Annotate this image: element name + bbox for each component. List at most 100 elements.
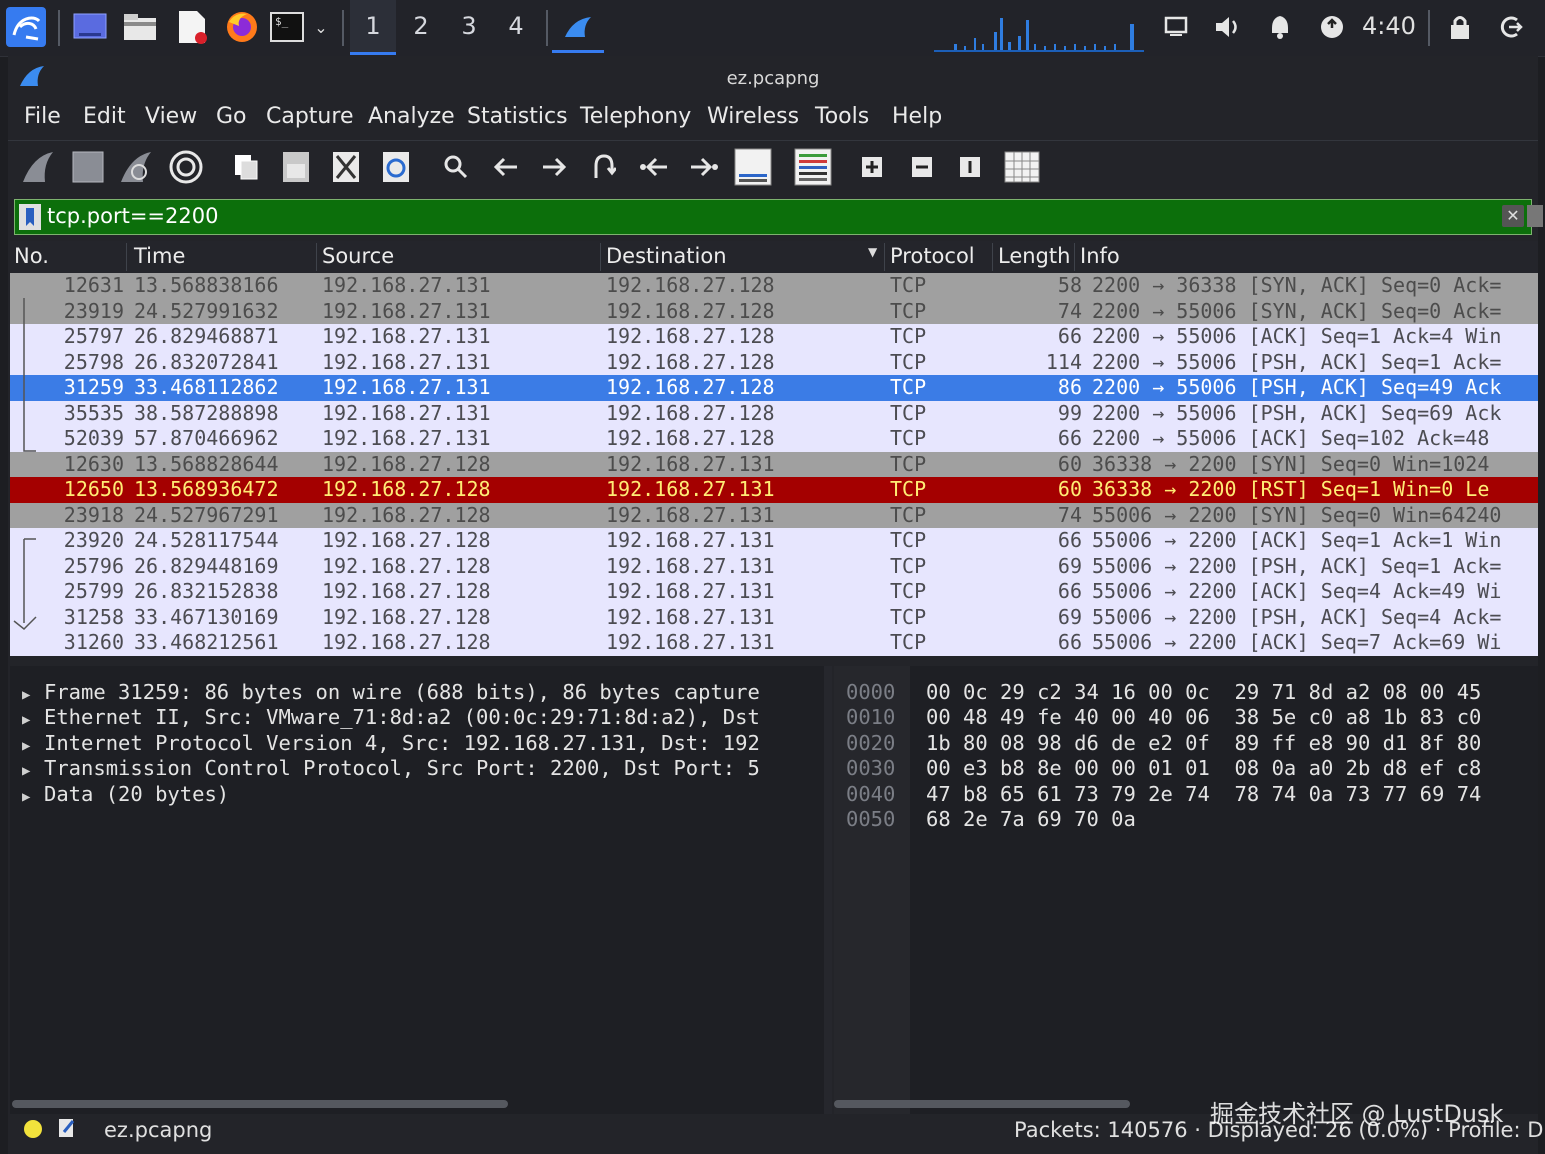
- packet-details-pane[interactable]: ▶ Frame 31259: 86 bytes on wire (688 bits…: [10, 666, 824, 1154]
- display-filter-input[interactable]: [47, 202, 1487, 230]
- file-manager-icon[interactable]: [120, 6, 160, 48]
- capture-options-icon[interactable]: [166, 147, 206, 187]
- column-no[interactable]: No.: [14, 244, 49, 268]
- expand-arrow-icon[interactable]: ▶: [22, 789, 44, 805]
- workspace-1[interactable]: 1: [350, 0, 396, 55]
- packet-row[interactable]: 12650 13.568936472 192.168.27.128 192.168.2…: [10, 477, 1538, 503]
- power-icon[interactable]: [1316, 6, 1348, 48]
- save-icon[interactable]: [276, 147, 316, 187]
- byte-hex-row[interactable]: 1b 80 08 98 d6 de e2 0f 89 ff e8 90 d1 8…: [926, 731, 1481, 755]
- edit-comment-icon[interactable]: [58, 1118, 76, 1138]
- expand-arrow-icon[interactable]: ▶: [22, 712, 44, 728]
- menu-file[interactable]: File: [24, 104, 61, 129]
- menu-edit[interactable]: Edit: [83, 104, 126, 129]
- expand-arrow-icon[interactable]: ▶: [22, 687, 44, 703]
- menu-analyze[interactable]: Analyze: [368, 104, 455, 129]
- forward-icon[interactable]: [534, 147, 574, 187]
- column-source[interactable]: Source: [322, 244, 394, 268]
- packet-row[interactable]: 31259 33.468112862 192.168.27.131 192.168.2…: [10, 375, 1538, 401]
- column-protocol[interactable]: Protocol: [890, 244, 975, 268]
- find-icon[interactable]: [436, 147, 476, 187]
- packet-row[interactable]: 23919 24.527991632 192.168.27.131 192.168.2…: [10, 298, 1538, 324]
- packet-row[interactable]: 35535 38.587288898 192.168.27.131 192.168.2…: [10, 400, 1538, 426]
- menu-help[interactable]: Help: [892, 104, 942, 129]
- restart-capture-icon[interactable]: [116, 147, 156, 187]
- detail-tcp[interactable]: ▶ Transmission Control Protocol, Src Port…: [22, 756, 760, 780]
- packet-row[interactable]: 25798 26.832072841 192.168.27.131 192.168.2…: [10, 349, 1538, 375]
- start-capture-icon[interactable]: [18, 147, 58, 187]
- pane-splitter[interactable]: [824, 666, 832, 1154]
- bytes-hscroll[interactable]: [834, 1100, 1130, 1108]
- apply-filter-icon[interactable]: [1527, 205, 1543, 227]
- colorize-icon[interactable]: [792, 147, 834, 187]
- packet-bytes-pane[interactable]: 0000 00 0c 29 c2 34 16 00 0c 29 71 8d a2…: [834, 666, 1538, 1154]
- menu-tools[interactable]: Tools: [815, 104, 869, 129]
- detail-ethernet[interactable]: ▶ Ethernet II, Src: VMware_71:8d:a2 (00:0…: [22, 705, 760, 729]
- goto-packet-icon[interactable]: [584, 147, 624, 187]
- menu-telephony[interactable]: Telephony: [580, 104, 691, 129]
- menu-wireless[interactable]: Wireless: [707, 104, 799, 129]
- expand-arrow-icon[interactable]: ▶: [22, 763, 44, 779]
- packet-row[interactable]: 23918 24.527967291 192.168.27.128 192.168.2…: [10, 502, 1538, 528]
- screen-icon[interactable]: [1160, 6, 1192, 48]
- stop-capture-icon[interactable]: [68, 147, 108, 187]
- zoom-out-icon[interactable]: [902, 147, 942, 187]
- last-packet-icon[interactable]: [684, 147, 724, 187]
- bell-icon[interactable]: [1264, 6, 1296, 48]
- column-time[interactable]: Time: [134, 244, 185, 268]
- bookmark-icon[interactable]: [19, 204, 41, 230]
- logout-icon[interactable]: [1494, 6, 1526, 48]
- byte-hex-row[interactable]: 47 b8 65 61 73 79 2e 74 78 74 0a 73 77 6…: [926, 782, 1481, 806]
- expert-info-icon[interactable]: [24, 1120, 42, 1138]
- normal-size-icon[interactable]: [950, 147, 990, 187]
- packet-row[interactable]: 25797 26.829468871 192.168.27.131 192.168.2…: [10, 324, 1538, 350]
- menu-view[interactable]: View: [145, 104, 197, 129]
- detail-frame[interactable]: ▶ Frame 31259: 86 bytes on wire (688 bits…: [22, 680, 760, 704]
- sort-desc-icon[interactable]: ▼: [868, 245, 877, 259]
- zoom-in-icon[interactable]: [852, 147, 892, 187]
- column-destination[interactable]: Destination: [606, 244, 727, 268]
- autoscroll-icon[interactable]: [732, 147, 774, 187]
- desktop-icon[interactable]: [70, 6, 110, 48]
- volume-icon[interactable]: [1212, 6, 1244, 48]
- packet-row[interactable]: 52039 57.870466962 192.168.27.131 192.168.2…: [10, 426, 1538, 452]
- firefox-icon[interactable]: [222, 6, 262, 48]
- open-icon[interactable]: [226, 147, 266, 187]
- column-length[interactable]: Length: [998, 244, 1070, 268]
- reload-icon[interactable]: [376, 147, 416, 187]
- clear-filter-icon[interactable]: ✕: [1502, 205, 1524, 227]
- packet-row[interactable]: 25799 26.832152838 192.168.27.128 192.168.2…: [10, 579, 1538, 605]
- first-packet-icon[interactable]: [634, 147, 674, 187]
- packet-row[interactable]: 23920 24.528117544 192.168.27.128 192.168.2…: [10, 528, 1538, 554]
- menu-capture[interactable]: Capture: [266, 104, 353, 129]
- menu-statistics[interactable]: Statistics: [467, 104, 568, 129]
- menu-go[interactable]: Go: [216, 104, 247, 129]
- wireshark-taskbar-icon[interactable]: [552, 4, 604, 53]
- detail-ip[interactable]: ▶ Internet Protocol Version 4, Src: 192.1…: [22, 731, 760, 755]
- packet-row[interactable]: 12631 13.568838166 192.168.27.131 192.168.2…: [10, 273, 1538, 299]
- back-icon[interactable]: [486, 147, 526, 187]
- byte-hex-row[interactable]: 68 2e 7a 69 70 0a: [926, 807, 1136, 831]
- close-file-icon[interactable]: [326, 147, 366, 187]
- resize-columns-icon[interactable]: [1000, 147, 1044, 187]
- packet-row[interactable]: 25796 26.829448169 192.168.27.128 192.168.2…: [10, 553, 1538, 579]
- workspace-4[interactable]: 4: [493, 0, 539, 52]
- kali-menu-icon[interactable]: [6, 6, 46, 48]
- text-editor-icon[interactable]: [172, 6, 212, 48]
- detail-data[interactable]: ▶ Data (20 bytes): [22, 782, 229, 806]
- clock[interactable]: 4:40: [1362, 12, 1416, 40]
- expand-arrow-icon[interactable]: ▶: [22, 738, 44, 754]
- packet-row[interactable]: 31258 33.467130169 192.168.27.128 192.168.2…: [10, 604, 1538, 630]
- packet-row[interactable]: 31260 33.468212561 192.168.27.128 192.168.2…: [10, 630, 1538, 656]
- workspace-3[interactable]: 3: [446, 0, 492, 52]
- workspace-2[interactable]: 2: [398, 0, 444, 52]
- details-hscroll[interactable]: [12, 1100, 508, 1108]
- chevron-down-icon[interactable]: ⌄: [308, 6, 334, 48]
- packet-list[interactable]: No. Time Source Destination ▼ Protocol L…: [10, 241, 1538, 663]
- byte-hex-row[interactable]: 00 e3 b8 8e 00 00 01 01 08 0a a0 2b d8 e…: [926, 756, 1481, 780]
- terminal-icon[interactable]: $_: [268, 6, 306, 48]
- packet-row[interactable]: 12630 13.568828644 192.168.27.128 192.168.2…: [10, 451, 1538, 477]
- lock-icon[interactable]: [1444, 6, 1476, 48]
- column-info[interactable]: Info: [1080, 244, 1120, 268]
- byte-hex-row[interactable]: 00 0c 29 c2 34 16 00 0c 29 71 8d a2 08 0…: [926, 680, 1481, 704]
